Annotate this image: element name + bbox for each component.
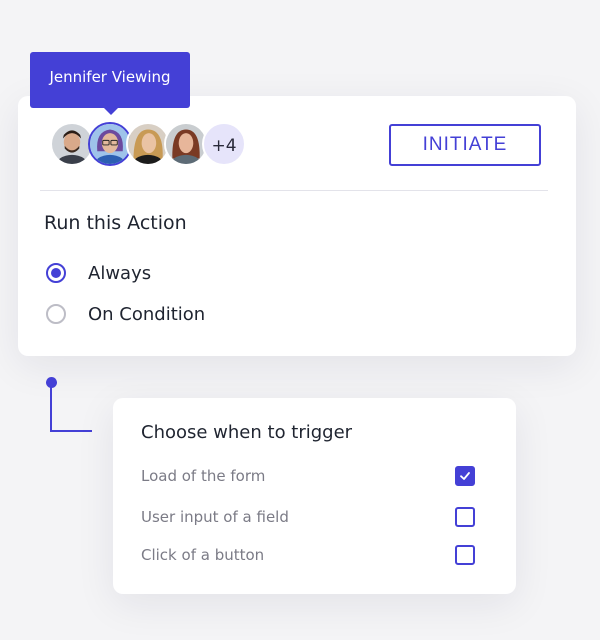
radio-on-condition-label: On Condition — [88, 303, 206, 325]
trigger-card: Choose when to trigger Load of the form … — [113, 398, 516, 594]
trigger-option-label: Load of the form — [141, 467, 266, 485]
card-divider — [40, 190, 548, 191]
avatar-photo-icon — [52, 124, 92, 164]
more-collaborators-badge[interactable]: +4 — [202, 122, 246, 166]
radio-option-always[interactable]: Always — [46, 262, 151, 284]
viewer-tooltip: Jennifer Viewing — [30, 52, 190, 115]
trigger-option-click-button[interactable]: Click of a button — [141, 543, 475, 567]
avatar-photo-icon — [166, 124, 206, 164]
viewer-tooltip-text: Jennifer Viewing — [49, 68, 171, 86]
radio-on-condition[interactable] — [46, 304, 66, 324]
avatar-photo-icon — [90, 124, 130, 164]
radio-always-label: Always — [88, 262, 152, 284]
checkmark-icon — [460, 472, 470, 480]
connector-line-vertical — [50, 386, 52, 432]
trigger-option-user-input[interactable]: User input of a field — [141, 505, 475, 529]
trigger-checkbox-user-input[interactable] — [455, 507, 475, 527]
trigger-checkbox-click-button[interactable] — [455, 545, 475, 565]
workflow-stage: Jennifer Viewing +4 INITIATE Run this Ac… — [0, 0, 600, 640]
radio-option-on-condition[interactable]: On Condition — [46, 303, 205, 325]
trigger-option-label: Click of a button — [141, 546, 265, 564]
initiate-button[interactable]: INITIATE — [389, 124, 541, 166]
trigger-checkbox-load-form[interactable] — [455, 466, 475, 486]
trigger-title: Choose when to trigger — [141, 422, 353, 443]
trigger-option-load-form[interactable]: Load of the form — [141, 464, 475, 488]
connector-line-horizontal — [50, 430, 92, 432]
run-action-title: Run this Action — [44, 212, 187, 234]
avatar-photo-icon — [128, 124, 168, 164]
trigger-option-label: User input of a field — [141, 508, 289, 526]
radio-always[interactable] — [46, 263, 66, 283]
